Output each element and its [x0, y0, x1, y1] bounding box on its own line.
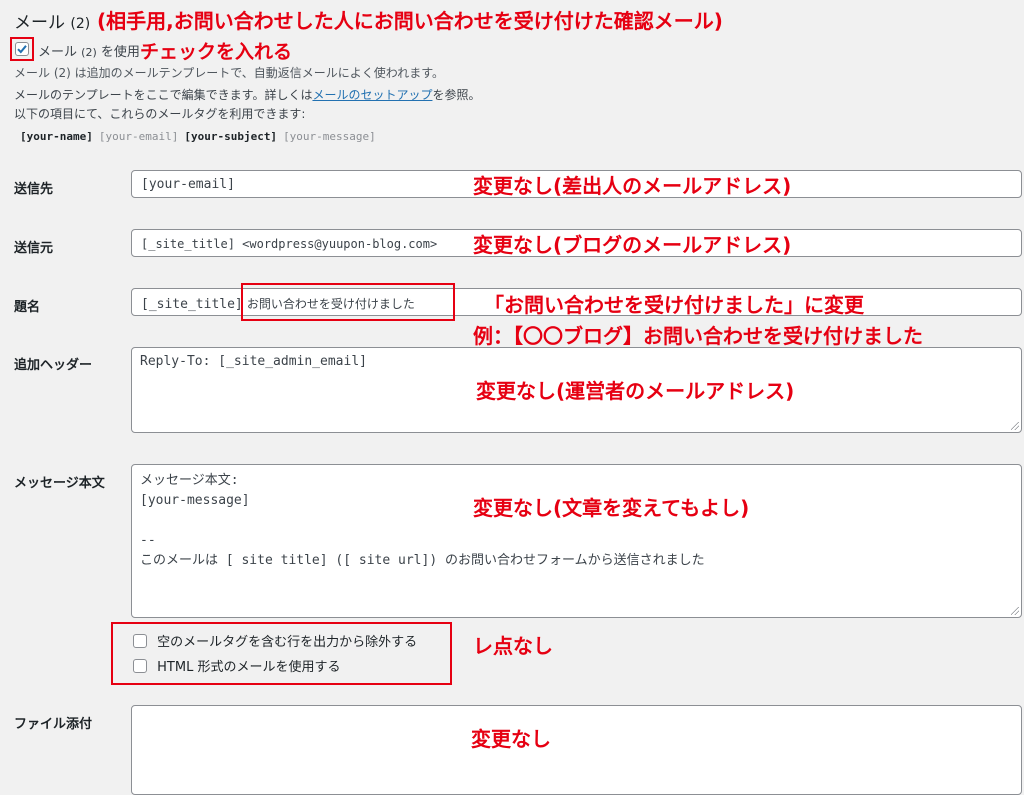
exclude-blank-label: 空のメールタグを含む行を出力から除外する: [157, 635, 418, 650]
body-textarea[interactable]: メッセージ本文: [your-message] -- このメールは [ site…: [131, 464, 1022, 618]
use-html-checkbox[interactable]: [133, 658, 147, 673]
template-edit-note-after: を参照。: [432, 88, 481, 102]
from-annotation: 変更なし(ブログのメールアドレス): [473, 233, 792, 257]
use-mail2-label[interactable]: メール (2) を使用: [38, 41, 140, 60]
section-annotation: (相手用,お問い合わせした人にお問い合わせを受け付けた確認メール): [97, 9, 723, 33]
subject-value-prefix: [_site_title]: [141, 297, 243, 312]
subject-highlight-box: [241, 283, 455, 321]
mail-tags-note: 以下の項目にて、これらのメールタグを利用できます:: [14, 107, 306, 121]
section-title: メール (2): [14, 8, 90, 33]
mail-tag-your-message: [your-message]: [283, 130, 376, 143]
use-mail2-annotation: チェックを入れる: [140, 41, 293, 63]
section-title-count: (2): [70, 16, 91, 32]
resize-handle-icon[interactable]: [1011, 422, 1019, 430]
mail-tag-your-name: [your-name]: [20, 130, 93, 143]
headers-value: Reply-To: [_site_admin_email]: [140, 354, 367, 369]
use-mail2-label-count: (2): [81, 46, 97, 59]
attachments-label: ファイル添付: [14, 717, 93, 732]
headers-annotation: 変更なし(運営者のメールアドレス): [476, 379, 795, 403]
mail-tags-list: [your-name] [your-email] [your-subject] [yo…: [20, 125, 382, 144]
body-line: --: [140, 533, 156, 548]
subject-annotation-2: 例：【〇〇ブログ】お問い合わせを受け付けました: [473, 324, 923, 348]
resize-handle-icon[interactable]: [1011, 607, 1019, 615]
body-annotation: 変更なし(文章を変えてもよし): [473, 496, 750, 520]
body-line: メッセージ本文:: [140, 473, 239, 488]
to-label: 送信先: [14, 182, 54, 197]
use-html-option[interactable]: HTML 形式のメールを使用する: [133, 656, 340, 675]
section-title-text: メール: [14, 13, 65, 33]
mail-setup-link[interactable]: メールのセットアップ: [312, 88, 432, 102]
to-annotation: 変更なし(差出人のメールアドレス): [473, 174, 792, 198]
subject-annotation-1: 「お問い合わせを受け付けました」に変更: [484, 293, 864, 317]
use-mail2-label-prefix: メール: [38, 45, 78, 60]
template-edit-note: メールのテンプレートをここで編集できます。詳しくはメールのセットアップを参照。: [14, 86, 480, 103]
mail-tag-your-subject: [your-subject]: [184, 130, 278, 143]
exclude-blank-checkbox[interactable]: [133, 633, 147, 648]
use-mail2-label-suffix: を使用: [100, 45, 140, 60]
mail2-description: メール (2) は追加のメールテンプレートで、自動返信メールによく使われます。: [14, 66, 444, 80]
from-label: 送信元: [14, 241, 54, 256]
use-mail2-checkbox[interactable]: [15, 42, 29, 56]
template-edit-note-before: メールのテンプレートをここで編集できます。詳しくは: [14, 88, 313, 102]
checkmark-icon: [17, 45, 27, 54]
attachments-textarea[interactable]: [131, 705, 1022, 795]
exclude-blank-option[interactable]: 空のメールタグを含む行を出力から除外する: [133, 631, 417, 650]
body-label: メッセージ本文: [14, 476, 105, 491]
attachments-annotation: 変更なし: [471, 727, 551, 751]
headers-label: 追加ヘッダー: [14, 358, 93, 373]
use-html-label: HTML 形式のメールを使用する: [157, 660, 341, 675]
subject-label: 題名: [14, 300, 41, 315]
body-line: このメールは [ site title] ([ site url]) のお問い合…: [140, 553, 705, 568]
options-annotation: レ点なし: [473, 634, 553, 658]
mail-tag-your-email: [your-email]: [98, 130, 179, 143]
